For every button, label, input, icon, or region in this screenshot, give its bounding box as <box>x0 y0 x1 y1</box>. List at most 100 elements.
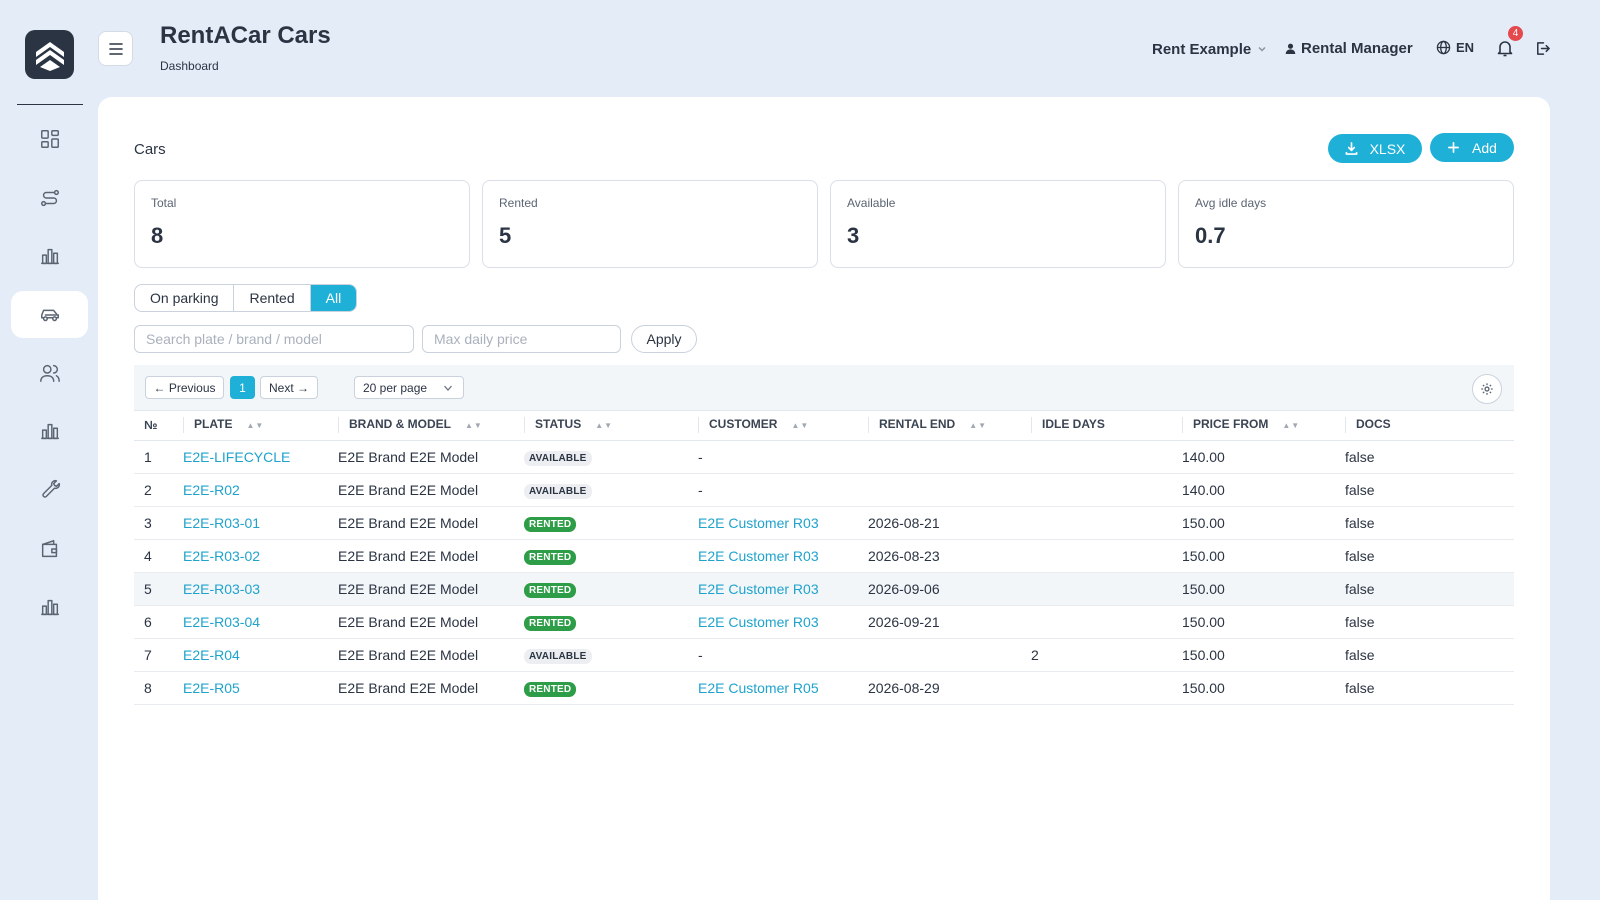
customer-link[interactable]: E2E Customer R05 <box>688 671 858 705</box>
column-header-plate[interactable]: Plate ▲▼ <box>173 411 328 441</box>
column-header-brand-model[interactable]: Brand & Model ▲▼ <box>328 411 514 441</box>
section-title: Cars <box>134 141 166 158</box>
cell-idle-days <box>1021 506 1172 540</box>
customer-link[interactable]: E2E Customer R03 <box>688 605 858 639</box>
tab-on-parking[interactable]: On parking <box>135 285 235 311</box>
plate-link[interactable]: E2E-R03-01 <box>173 506 328 540</box>
sidebar-item-customers[interactable] <box>11 349 88 396</box>
sidebar-item-analytics[interactable] <box>11 407 88 454</box>
table-row[interactable]: 6 E2E-R03-04 E2E Brand E2E Model RENTED E2E … <box>134 605 1514 639</box>
plate-link[interactable]: E2E-R04 <box>173 638 328 672</box>
sidebar-item-routes[interactable] <box>11 174 88 221</box>
plate-link[interactable]: E2E-R03-02 <box>173 539 328 573</box>
customer-link[interactable]: E2E Customer R03 <box>688 506 858 540</box>
table-row[interactable]: 8 E2E-R05 E2E Brand E2E Model RENTED E2E Cus… <box>134 671 1514 705</box>
per-page-select[interactable]: 20 per page <box>354 376 464 399</box>
add-car-button[interactable]: Add <box>1430 133 1514 162</box>
export-xlsx-button[interactable]: XLSX <box>1328 134 1422 163</box>
cell-rental-end: 2026-08-23 <box>858 539 1021 573</box>
sidebar-item-reports[interactable] <box>11 232 88 279</box>
menu-toggle-button[interactable] <box>98 31 133 66</box>
cell-number: 5 <box>134 572 173 606</box>
table-row[interactable]: 7 E2E-R04 E2E Brand E2E Model AVAILABLE - 2 15… <box>134 638 1514 672</box>
column-header-rental-end[interactable]: Rental End ▲▼ <box>858 411 1021 441</box>
cell-status: AVAILABLE <box>514 473 688 507</box>
cell-price-from: 150.00 <box>1172 605 1335 639</box>
tenant-selector[interactable]: Rent Example <box>1152 41 1267 58</box>
tab-rented[interactable]: Rented <box>234 285 311 311</box>
tenant-name: Rent Example <box>1152 40 1252 58</box>
sidebar-item-dashboard[interactable] <box>11 115 88 162</box>
table-row[interactable]: 5 E2E-R03-03 E2E Brand E2E Model RENTED E2E … <box>134 572 1514 606</box>
cell-brand-model: E2E Brand E2E Model <box>328 671 514 705</box>
sidebar-item-statistics[interactable] <box>11 583 88 630</box>
sidebar-item-cars[interactable] <box>11 291 88 338</box>
cell-rental-end: 2026-08-29 <box>858 671 1021 705</box>
current-page-button[interactable]: 1 <box>230 376 255 399</box>
sort-icon[interactable]: ▲▼ <box>1282 421 1300 430</box>
table-row[interactable]: 4 E2E-R03-02 E2E Brand E2E Model RENTED E2E … <box>134 539 1514 573</box>
dashboard-icon <box>40 129 59 148</box>
plate-link[interactable]: E2E-R02 <box>173 473 328 507</box>
table-row[interactable]: 1 E2E-LIFECYCLE E2E Brand E2E Model AVAILAB… <box>134 440 1514 474</box>
app-logo[interactable] <box>25 30 74 79</box>
user-menu[interactable]: Rental Manager <box>1285 40 1413 57</box>
next-page-button[interactable]: Next → <box>260 376 318 399</box>
cell-rental-end <box>858 638 1021 672</box>
stat-card-idle: Avg idle days 0.7 <box>1178 180 1514 268</box>
cell-status: RENTED <box>514 539 688 573</box>
cell-docs: false <box>1335 638 1514 672</box>
chart-icon <box>40 599 59 615</box>
notifications-button[interactable]: 4 <box>1496 26 1523 62</box>
cell-rental-end: 2026-08-21 <box>858 506 1021 540</box>
apply-button[interactable]: Apply <box>631 325 697 353</box>
cell-idle-days <box>1021 671 1172 705</box>
cell-status: AVAILABLE <box>514 440 688 474</box>
hamburger-icon <box>108 42 123 55</box>
status-badge: RENTED <box>524 582 577 598</box>
table-row[interactable]: 3 E2E-R03-01 E2E Brand E2E Model RENTED E2E … <box>134 506 1514 540</box>
customer-link[interactable]: E2E Customer R03 <box>688 539 858 573</box>
status-badge: RENTED <box>524 549 577 565</box>
column-header-idle-days: Idle Days <box>1021 411 1172 441</box>
sort-icon[interactable]: ▲▼ <box>595 421 613 430</box>
column-header-price-from[interactable]: Price From ▲▼ <box>1172 411 1335 441</box>
cell-customer: - <box>688 473 858 507</box>
cell-brand-model: E2E Brand E2E Model <box>328 440 514 474</box>
table-row[interactable]: 2 E2E-R02 E2E Brand E2E Model AVAILABLE - 140… <box>134 473 1514 507</box>
stat-value: 3 <box>847 223 860 248</box>
column-header-number: № <box>134 411 173 441</box>
chart-icon <box>40 248 59 264</box>
table-toolbar: ← Previous 1 Next → 20 per page <box>134 365 1514 411</box>
sort-icon[interactable]: ▲▼ <box>246 421 264 430</box>
plate-link[interactable]: E2E-LIFECYCLE <box>173 440 328 474</box>
sidebar-item-maintenance[interactable] <box>11 466 88 513</box>
cell-number: 3 <box>134 506 173 540</box>
sort-icon[interactable]: ▲▼ <box>465 421 483 430</box>
previous-page-button[interactable]: ← Previous <box>145 376 224 399</box>
cell-idle-days <box>1021 539 1172 573</box>
max-price-input[interactable] <box>422 325 621 353</box>
cell-docs: false <box>1335 539 1514 573</box>
plate-link[interactable]: E2E-R03-03 <box>173 572 328 606</box>
table-settings-button[interactable] <box>1472 374 1502 404</box>
column-header-customer[interactable]: Customer ▲▼ <box>688 411 858 441</box>
sort-icon[interactable]: ▲▼ <box>969 421 987 430</box>
language-selector[interactable]: EN <box>1436 40 1474 55</box>
status-badge: AVAILABLE <box>524 483 592 499</box>
plate-link[interactable]: E2E-R05 <box>173 671 328 705</box>
cell-number: 7 <box>134 638 173 672</box>
logout-button[interactable] <box>1534 40 1551 62</box>
sort-icon[interactable]: ▲▼ <box>791 421 809 430</box>
sidebar <box>0 0 98 900</box>
header-actions: Rent Example Rental Manager EN 4 <box>1152 26 1550 60</box>
sidebar-divider <box>17 104 83 105</box>
cell-brand-model: E2E Brand E2E Model <box>328 539 514 573</box>
cell-customer: - <box>688 638 858 672</box>
customer-link[interactable]: E2E Customer R03 <box>688 572 858 606</box>
plate-link[interactable]: E2E-R03-04 <box>173 605 328 639</box>
search-input[interactable] <box>134 325 414 353</box>
sidebar-item-finance[interactable] <box>11 525 88 572</box>
tab-all[interactable]: All <box>310 285 357 311</box>
column-header-status[interactable]: Status ▲▼ <box>514 411 688 441</box>
